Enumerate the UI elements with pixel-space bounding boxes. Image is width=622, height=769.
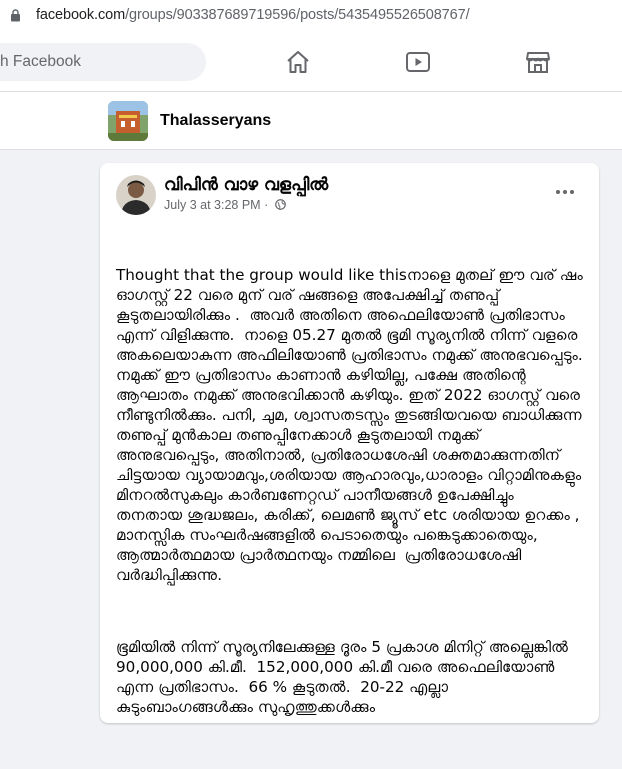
url-path: /groups/903387689719596/posts/5435495526… — [125, 7, 470, 23]
post-paragraph-2: ഭൂമിയിൽ നിന്ന് സൂര്യനിലേക്കുള്ള ദൂരം 5 പ… — [116, 638, 573, 716]
group-header-strip: Thalasseryans — [0, 92, 622, 150]
post-card: വിപിൻ വാഴ വളപ്പിൽ July 3 at 3:28 PM · Th… — [100, 163, 599, 723]
more-options-button[interactable] — [556, 188, 576, 196]
home-icon[interactable] — [285, 49, 311, 75]
marketplace-icon[interactable] — [525, 49, 551, 75]
meta-separator: · — [264, 198, 269, 212]
url-host: facebook.com — [36, 7, 126, 23]
post-meta: July 3 at 3:28 PM · — [164, 198, 286, 212]
dot-icon — [570, 190, 574, 194]
dot-icon — [563, 190, 567, 194]
search-input[interactable]: h Facebook — [0, 43, 206, 81]
group-name[interactable]: Thalasseryans — [160, 112, 271, 130]
url-text[interactable]: facebook.com/groups/903387689719596/post… — [36, 7, 470, 23]
watch-icon[interactable] — [405, 49, 431, 75]
search-placeholder: h Facebook — [0, 53, 81, 70]
group-thumbnail[interactable] — [108, 101, 148, 141]
globe-icon — [274, 199, 286, 210]
browser-url-bar[interactable]: facebook.com/groups/903387689719596/post… — [0, 0, 622, 34]
facebook-top-nav: h Facebook — [0, 33, 622, 92]
post-body: Thought that the group would like thisനാ… — [116, 225, 584, 769]
lock-icon — [11, 9, 20, 22]
post-author[interactable]: വിപിൻ വാഴ വളപ്പിൽ — [164, 175, 328, 195]
author-avatar[interactable] — [116, 175, 156, 215]
post-date[interactable]: July 3 at 3:28 PM — [164, 198, 261, 212]
dot-icon — [556, 190, 560, 194]
post-paragraph-1: Thought that the group would like thisനാ… — [116, 266, 588, 584]
